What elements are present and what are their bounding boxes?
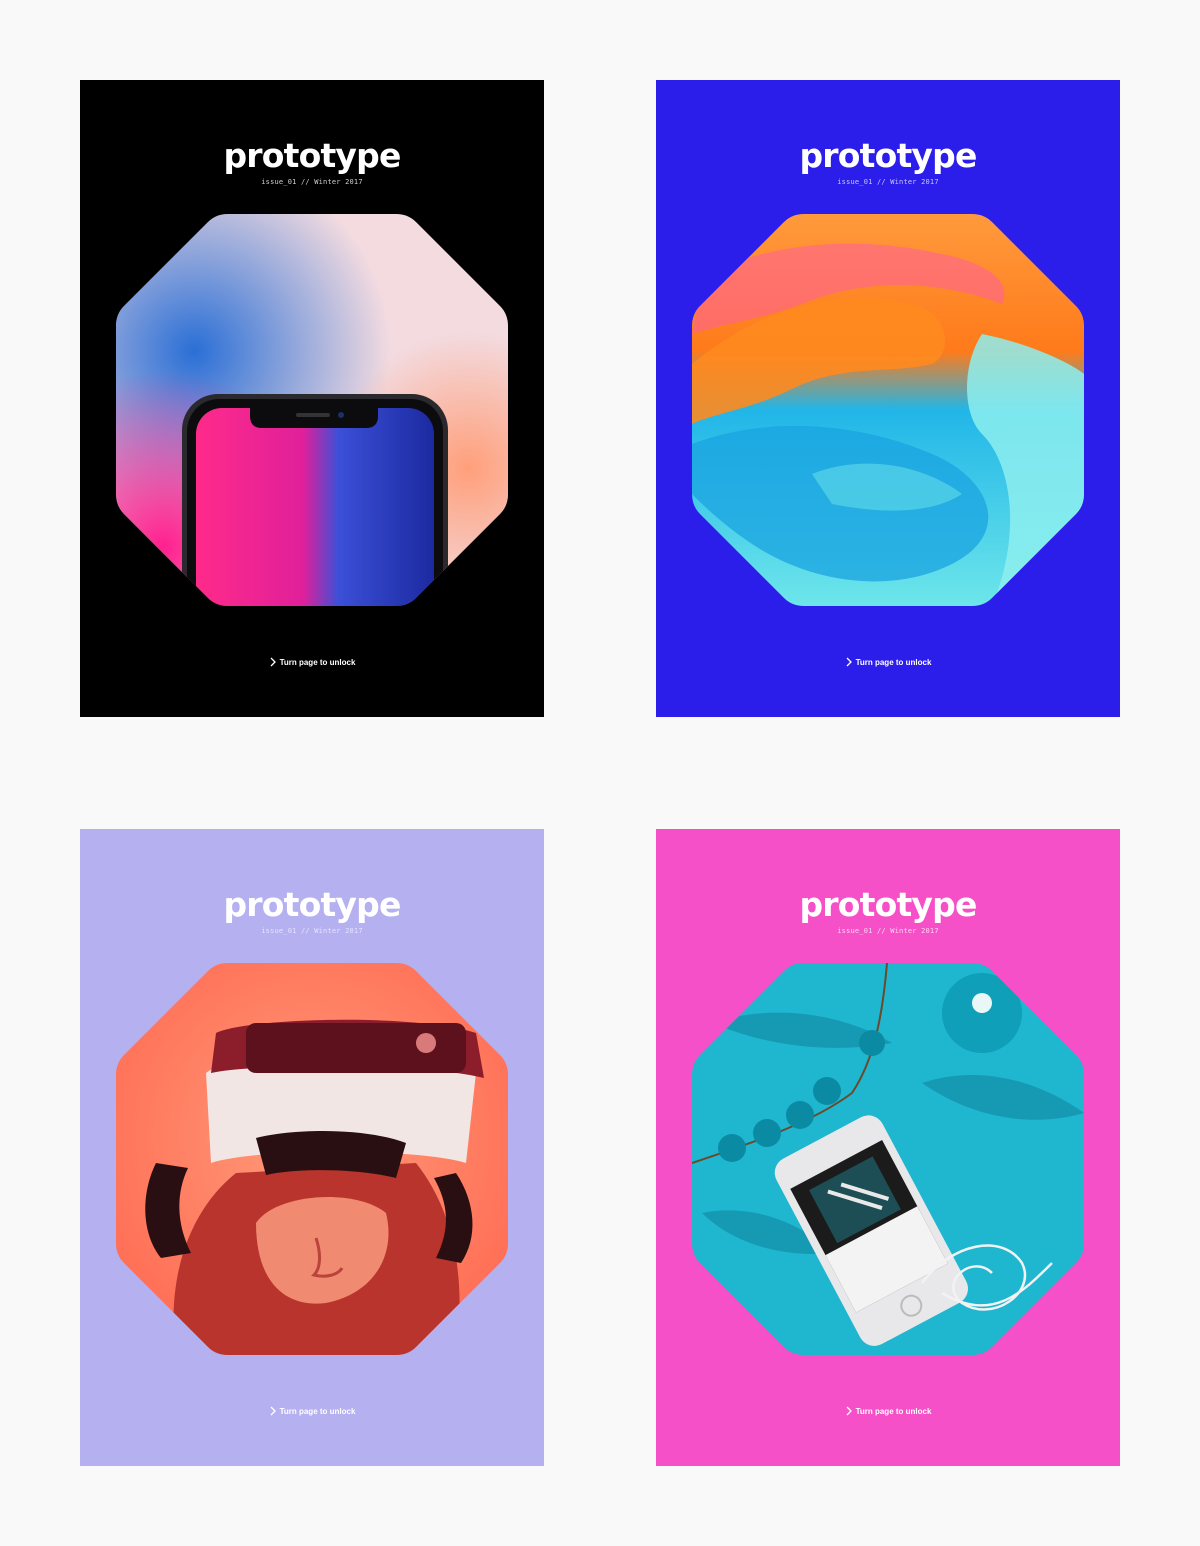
magazine-cover-lavender[interactable]: prototype issue_01 // Winter 2017 Turn p… <box>80 829 544 1466</box>
cta-label: Turn page to unlock <box>855 1406 932 1416</box>
turn-page-cta[interactable]: Turn page to unlock <box>80 657 544 667</box>
cover-image-vr-headset <box>116 963 508 1355</box>
turn-page-cta[interactable]: Turn page to unlock <box>80 1406 544 1416</box>
turn-page-cta[interactable]: Turn page to unlock <box>656 1406 1120 1416</box>
magazine-cover-black[interactable]: prototype issue_01 // Winter 2017 Turn p… <box>80 80 544 717</box>
cover-image-smartphone <box>116 214 508 606</box>
cover-image-phone-earbuds <box>692 963 1084 1355</box>
issue-label: issue_01 // Winter 2017 <box>261 927 363 935</box>
logo-text: prototype <box>799 136 977 175</box>
turn-page-cta[interactable]: Turn page to unlock <box>656 657 1120 667</box>
chevron-right-icon <box>270 1406 276 1416</box>
chevron-right-icon <box>270 657 276 667</box>
issue-label: issue_01 // Winter 2017 <box>837 927 939 935</box>
logo-text: prototype <box>223 885 401 924</box>
cta-label: Turn page to unlock <box>279 657 356 667</box>
issue-label: issue_01 // Winter 2017 <box>261 178 363 186</box>
cta-label: Turn page to unlock <box>855 657 932 667</box>
chevron-right-icon <box>846 1406 852 1416</box>
logo-text: prototype <box>223 136 401 175</box>
chevron-right-icon <box>846 657 852 667</box>
cover-image-paint-swirl <box>692 214 1084 606</box>
cta-label: Turn page to unlock <box>279 1406 356 1416</box>
logo-text: prototype <box>799 885 977 924</box>
magazine-cover-pink[interactable]: prototype issue_01 // Winter 2017 Turn p… <box>656 829 1120 1466</box>
magazine-cover-blue[interactable]: prototype issue_01 // Winter 2017 Turn p… <box>656 80 1120 717</box>
issue-label: issue_01 // Winter 2017 <box>837 178 939 186</box>
